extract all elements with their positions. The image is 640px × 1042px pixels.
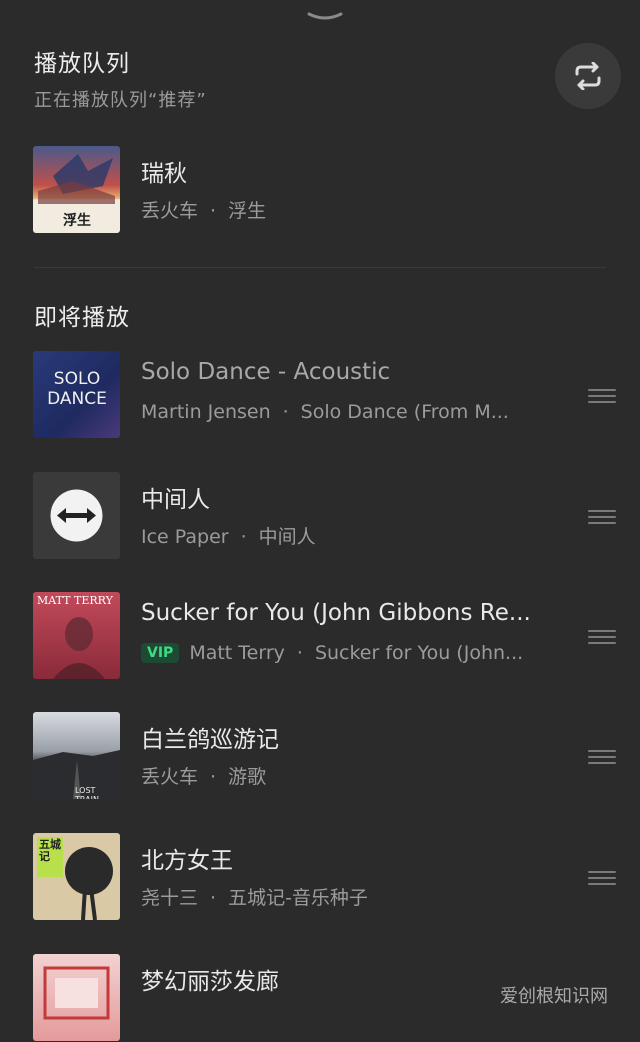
watermark: 爱创根知识网 <box>500 986 608 1007</box>
album-cover: SOLO DANCE <box>33 351 120 438</box>
cover-text: 浮生 <box>63 213 91 229</box>
song-meta: 尧十三 · 五城记-音乐种子 <box>141 887 368 909</box>
artist-name: 丢火车 <box>141 766 199 788</box>
repeat-button[interactable] <box>555 43 621 109</box>
current-song-row[interactable]: 浮生 瑞秋 丢火车 · 浮生 <box>0 146 640 234</box>
drag-handle-icon[interactable] <box>588 750 616 764</box>
section-title: 即将播放 <box>34 305 130 331</box>
song-meta: 丢火车 · 游歌 <box>141 766 267 788</box>
song-title: Sucker for You (John Gibbons Re... <box>141 600 531 626</box>
queue-subtitle: 正在播放队列“推荐” <box>34 90 207 111</box>
drag-handle-icon[interactable] <box>588 871 616 885</box>
artist-name: 尧十三 <box>141 887 199 909</box>
song-title: 中间人 <box>141 487 210 513</box>
album-cover: MATT TERRY <box>33 592 120 679</box>
vip-badge: VIP <box>141 643 180 663</box>
song-title: Solo Dance - Acoustic <box>141 359 391 385</box>
song-title: 梦幻丽莎发廊 <box>141 969 279 995</box>
song-title: 瑞秋 <box>141 161 187 187</box>
artist-name: 丢火车 <box>141 200 199 222</box>
cover-text: SOLO DANCE <box>47 369 107 409</box>
drag-handle-icon[interactable] <box>588 389 616 403</box>
drag-handle-icon[interactable] <box>588 630 616 644</box>
song-meta: Ice Paper · 中间人 <box>141 526 316 548</box>
album-cover: 五城记 <box>33 833 120 920</box>
album-name: Solo Dance (From M... <box>300 401 509 423</box>
collapse-handle-icon[interactable] <box>305 10 345 24</box>
drag-handle-icon[interactable] <box>588 510 616 524</box>
artist-name: Ice Paper <box>141 526 229 548</box>
list-item[interactable]: 中间人 Ice Paper · 中间人 <box>0 472 640 560</box>
album-cover <box>33 954 120 1041</box>
song-meta: Martin Jensen · Solo Dance (From M... <box>141 401 509 423</box>
song-meta: 丢火车 · 浮生 <box>141 200 267 222</box>
list-item[interactable]: LOST TRAIN 白兰鸽巡游记 丢火车·游歌 <box>0 712 640 800</box>
song-title: 北方女王 <box>141 848 233 874</box>
album-name: Sucker for You (John... <box>314 642 524 664</box>
album-name: 中间人 <box>258 526 316 548</box>
album-name: 浮生 <box>228 200 267 222</box>
divider <box>34 267 606 268</box>
album-cover: LOST TRAIN <box>33 712 120 799</box>
album-name: 游歌 <box>228 766 267 788</box>
list-item[interactable]: SOLO DANCE Solo Dance - Acoustic Martin … <box>0 351 640 439</box>
list-item[interactable]: MATT TERRY Sucker for You (John Gibbons … <box>0 592 640 680</box>
list-item[interactable]: 五城记 北方女王 尧十三 · 五城记-音乐种子 <box>0 833 640 921</box>
repeat-icon <box>575 62 601 90</box>
cover-text: 五城记 <box>39 838 61 863</box>
album-cover <box>33 472 120 559</box>
song-title: 白兰鸽巡游记 <box>141 727 279 753</box>
cover-text: LOST TRAIN <box>75 786 99 799</box>
artist-name: Matt Terry <box>189 642 285 664</box>
artist-name: Martin Jensen <box>141 401 271 423</box>
album-cover: 浮生 <box>33 146 120 233</box>
song-meta: VIP Matt Terry · Sucker for You (John... <box>141 642 523 664</box>
album-name: 五城记-音乐种子 <box>228 887 368 909</box>
page-title: 播放队列 <box>34 51 130 77</box>
